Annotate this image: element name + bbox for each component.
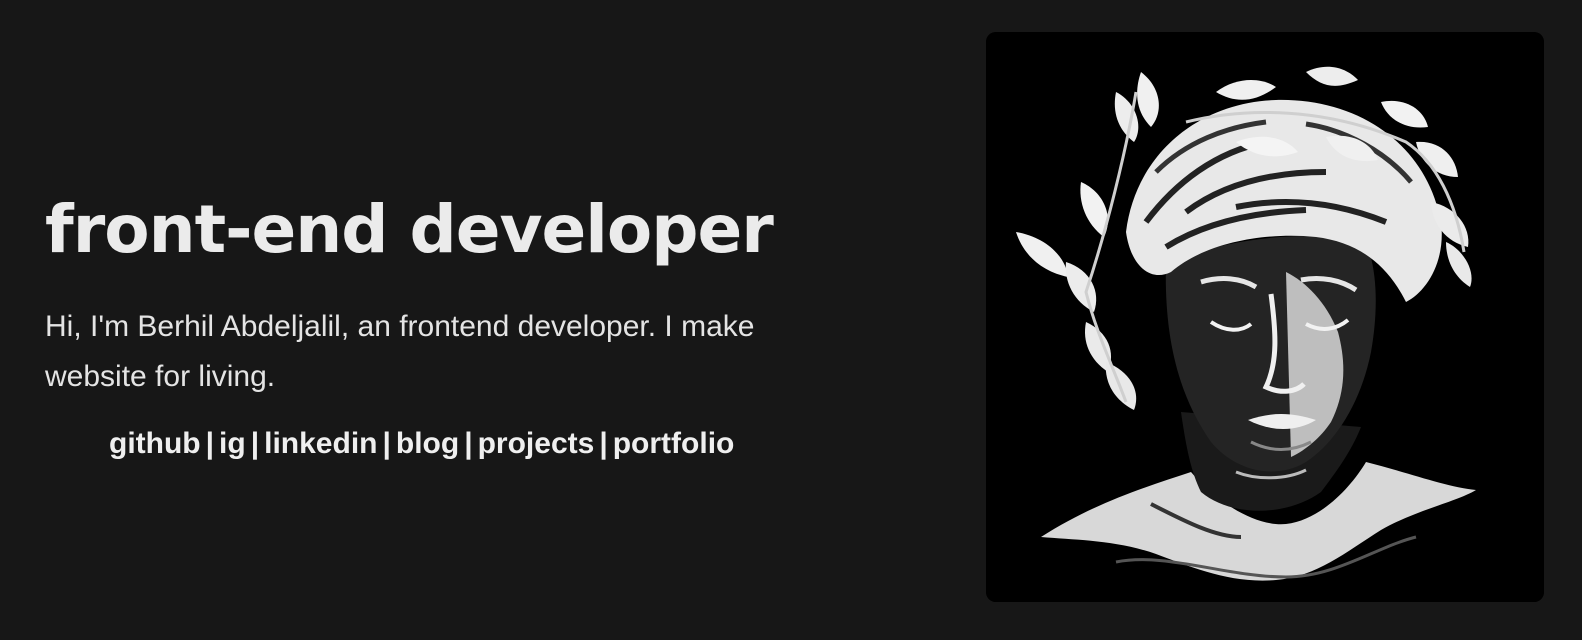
link-linkedin[interactable]: linkedin	[264, 427, 377, 460]
link-separator: |	[464, 427, 473, 460]
link-ig[interactable]: ig	[219, 427, 246, 460]
laurel-statue-portrait-icon	[986, 32, 1544, 602]
landing-page: front-end developer Hi, I'm Berhil Abdel…	[0, 0, 1582, 640]
link-github[interactable]: github	[109, 427, 201, 460]
link-separator: |	[599, 427, 608, 460]
link-separator: |	[250, 427, 260, 460]
link-projects[interactable]: projects	[478, 427, 595, 460]
bio-text: Hi, I'm Berhil Abdeljalil, an frontend d…	[45, 310, 755, 393]
link-separator: |	[205, 427, 215, 460]
link-blog[interactable]: blog	[396, 427, 459, 460]
link-separator: |	[382, 427, 391, 460]
portrait-image	[986, 32, 1544, 602]
page-title: front-end developer	[45, 191, 774, 268]
social-links: github | ig | linkedin | blog | projects | portfol…	[109, 424, 865, 464]
hero-intro: front-end developer Hi, I'm Berhil Abdel…	[45, 182, 865, 464]
link-portfolio[interactable]: portfolio	[613, 427, 735, 460]
